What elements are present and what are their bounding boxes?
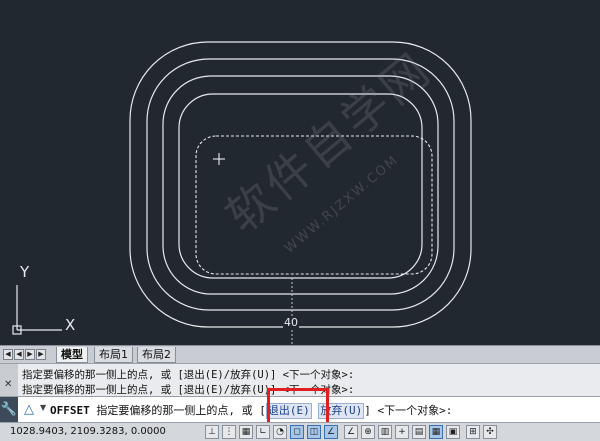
prompt-text: 指定要偏移的那一侧上的点, 或 bbox=[96, 404, 253, 417]
offset-outline-3 bbox=[162, 75, 439, 295]
command-prompt: OFFSET 指定要偏移的那一侧上的点, 或 [退出(E) 放弃(U)] <下一… bbox=[50, 402, 452, 419]
ucs-y-label: Y bbox=[20, 263, 30, 281]
transparency-toggle[interactable]: + bbox=[395, 425, 409, 439]
cursor-coordinates: 1028.9403, 2109.3283, 0.0000 bbox=[10, 426, 166, 437]
offset-outline-4 bbox=[178, 93, 423, 279]
last-tab-button[interactable]: ▶ bbox=[36, 349, 46, 360]
customize-wrench-icon[interactable]: 🔧 bbox=[0, 397, 18, 422]
tab-model[interactable]: 模型 bbox=[56, 347, 88, 363]
ucs-x-label: X bbox=[65, 316, 76, 334]
close-bracket: ] bbox=[364, 404, 371, 417]
infer-constraints-toggle[interactable]: ⊥ bbox=[205, 425, 219, 439]
quick-properties-toggle[interactable]: ▤ bbox=[412, 425, 426, 439]
lineweight-toggle[interactable]: ▥ bbox=[378, 425, 392, 439]
snap-mode-toggle[interactable]: ⋮ bbox=[222, 425, 236, 439]
first-tab-button[interactable]: ◀ bbox=[3, 349, 13, 360]
dynamic-input-toggle[interactable]: ⊕ bbox=[361, 425, 375, 439]
ortho-mode-toggle[interactable]: ∟ bbox=[256, 425, 270, 439]
prev-tab-button[interactable]: ◀ bbox=[14, 349, 24, 360]
object-snap-tracking-toggle[interactable]: ∠ bbox=[324, 425, 338, 439]
offset-outline-2 bbox=[146, 58, 455, 311]
offset-command-icon[interactable]: △ bbox=[24, 402, 34, 417]
command-name: OFFSET bbox=[50, 404, 90, 417]
grid-display-toggle[interactable]: ▦ bbox=[239, 425, 253, 439]
polar-tracking-toggle[interactable]: ◔ bbox=[273, 425, 287, 439]
selection-cycling-toggle[interactable]: ▦ bbox=[429, 425, 443, 439]
layout-tab-bar: ◀ ◀ ▶ ▶ 模型 布局1 布局2 bbox=[0, 345, 600, 363]
tab-layout2[interactable]: 布局2 bbox=[137, 347, 176, 363]
open-bracket: [ bbox=[259, 404, 266, 417]
drawing-geometry bbox=[12, 41, 472, 345]
tab-layout1[interactable]: 布局1 bbox=[94, 347, 133, 363]
history-line: 指定要偏移的那一侧上的点, 或 [退出(E)/放弃(U)] <下一个对象>: bbox=[22, 369, 355, 381]
object-snap-toggle[interactable]: ◻ bbox=[290, 425, 304, 439]
add-scale-toggle[interactable]: ⊞ bbox=[466, 425, 480, 439]
next-tab-button[interactable]: ▶ bbox=[25, 349, 35, 360]
3d-object-snap-toggle[interactable]: ◫ bbox=[307, 425, 321, 439]
annotation-monitor-toggle[interactable]: ▣ bbox=[446, 425, 460, 439]
chevron-down-icon[interactable]: ▼ bbox=[40, 403, 46, 412]
close-icon[interactable]: ✕ bbox=[4, 380, 14, 390]
workspace-switch-button[interactable]: ✣ bbox=[483, 425, 497, 439]
default-option-text: <下一个对象>: bbox=[377, 404, 453, 417]
dimension-text: 40 bbox=[283, 316, 299, 329]
drawing-canvas[interactable]: Y X 40 软件自学网 WWW.RJZXW.COM bbox=[0, 0, 600, 345]
dynamic-ucs-toggle[interactable]: ∠ bbox=[344, 425, 358, 439]
selected-object-outline bbox=[195, 135, 433, 275]
status-bar: 1028.9403, 2109.3283, 0.0000 ⊥ ⋮ ▦ ∟ ◔ ◻… bbox=[0, 422, 600, 441]
